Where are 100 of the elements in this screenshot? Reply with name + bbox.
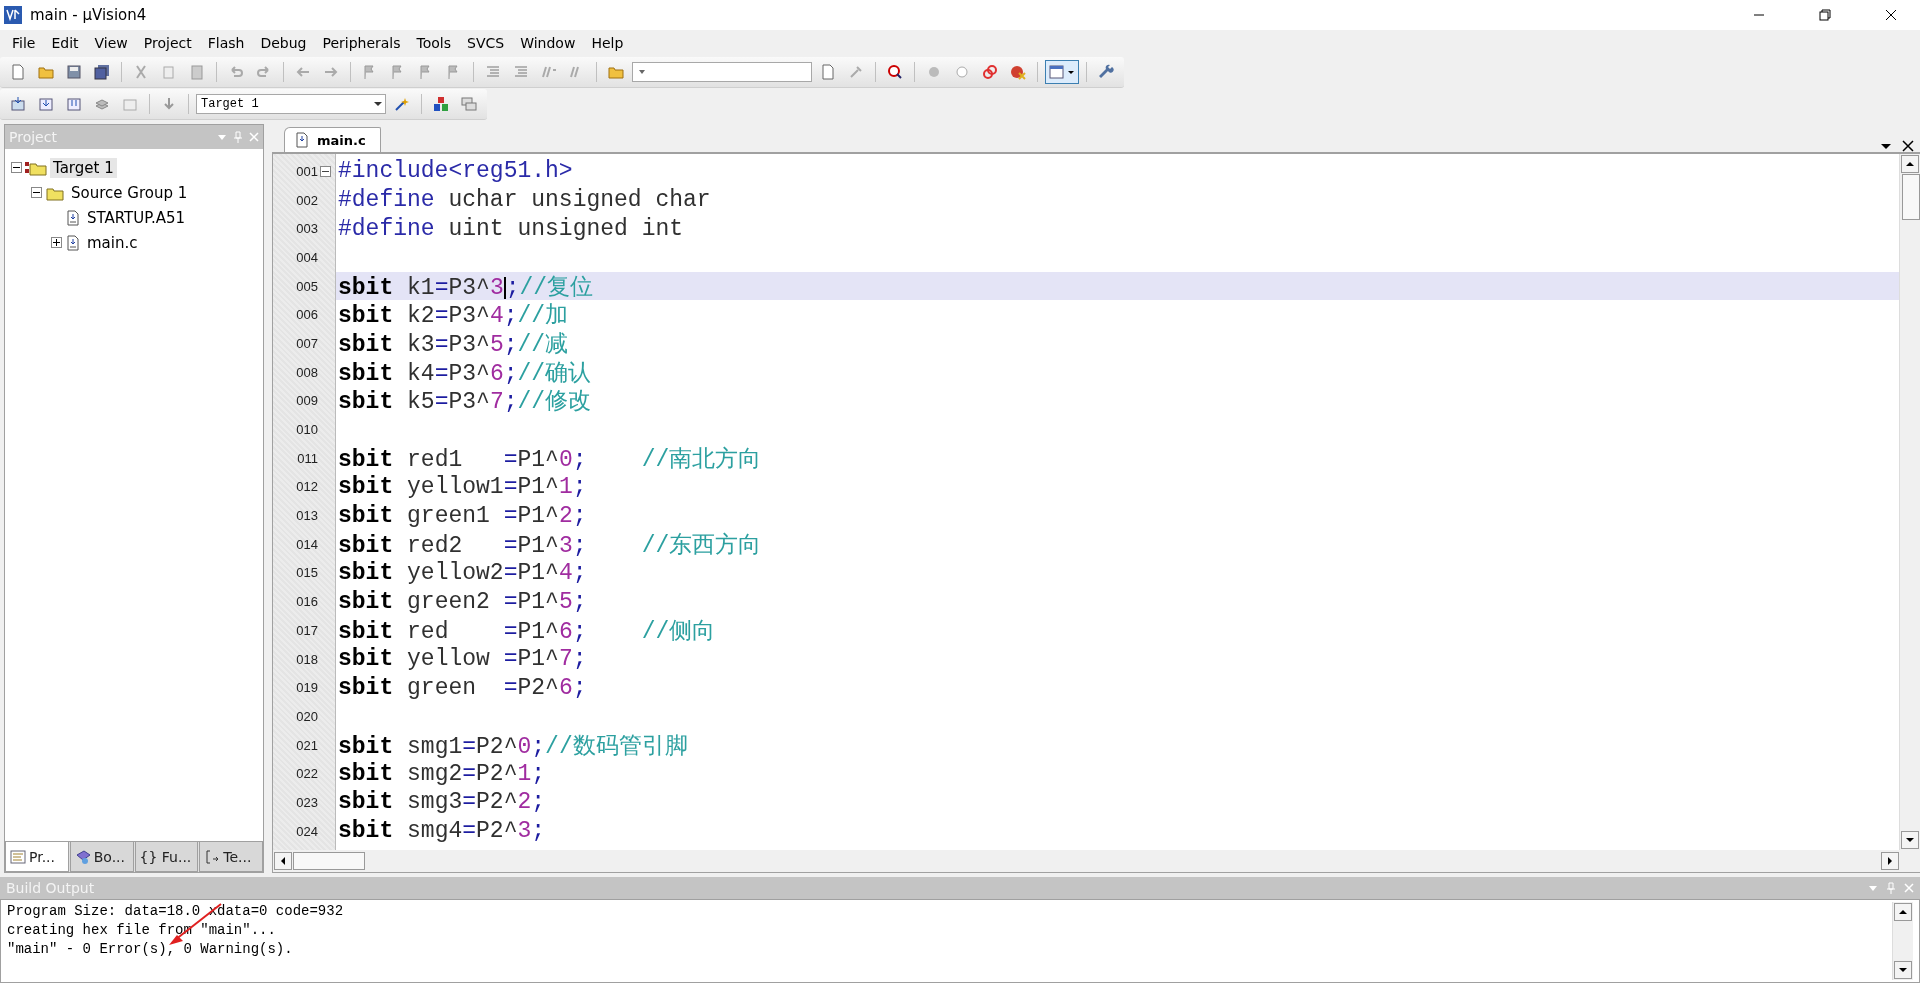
- save-icon: [66, 63, 82, 80]
- menu-item[interactable]: Debug: [252, 33, 315, 53]
- collapse-icon[interactable]: [31, 187, 42, 198]
- download-icon: [161, 95, 177, 112]
- code-line: sbit smg3=P2^2;: [338, 789, 546, 816]
- line-number: 013: [296, 508, 318, 524]
- file-icon: [295, 132, 309, 148]
- indent-icon: [485, 63, 501, 80]
- close-icon: [1902, 140, 1914, 152]
- app-logo-icon: [4, 6, 22, 24]
- window-layout-button[interactable]: [1045, 59, 1079, 84]
- find-field[interactable]: [632, 61, 812, 82]
- scroll-up-button[interactable]: [1901, 155, 1919, 173]
- panel-tab[interactable]: Bo...: [69, 842, 134, 872]
- code-line: sbit yellow1=P1^1;: [338, 473, 587, 500]
- line-number: 012: [296, 479, 318, 495]
- panel-tab[interactable]: Te...: [199, 842, 263, 872]
- line-number: 011: [297, 450, 318, 466]
- code-line: sbit k1=P3^3;//复位: [338, 273, 594, 302]
- menu-item[interactable]: Window: [512, 33, 584, 53]
- expand-icon[interactable]: [51, 237, 62, 248]
- pin-icon: [1886, 882, 1896, 894]
- menu-item[interactable]: Help: [583, 33, 632, 53]
- menu-item[interactable]: Edit: [43, 33, 87, 53]
- line-number: 022: [296, 766, 318, 782]
- code-line: sbit green2 =P1^5;: [338, 588, 587, 615]
- breakpoints-off-icon: [982, 63, 998, 80]
- cut-icon: [133, 63, 149, 80]
- menu-item[interactable]: Tools: [408, 33, 460, 53]
- line-number: 017: [296, 622, 318, 638]
- tree-item[interactable]: Target 1: [50, 157, 117, 178]
- line-number: 008: [296, 364, 318, 380]
- scroll-left-button[interactable]: [274, 852, 292, 870]
- code-line: sbit red =P1^6; //侧向: [338, 617, 716, 646]
- code-line: sbit smg2=P2^1;: [338, 760, 546, 787]
- paste-icon: [189, 63, 205, 80]
- scroll-down-button[interactable]: [1901, 831, 1919, 849]
- code-line: sbit red1 =P1^0; //南北方向: [338, 445, 762, 474]
- collapse-icon[interactable]: [11, 162, 22, 173]
- line-number: 005: [296, 278, 318, 294]
- code-line: #define uint unsigned int: [338, 215, 684, 242]
- redo-icon: [256, 63, 272, 80]
- tree-item[interactable]: main.c: [84, 232, 141, 253]
- panel-tab[interactable]: {} Fu...: [134, 842, 199, 872]
- scroll-thumb[interactable]: [1902, 174, 1920, 220]
- dropdown-icon: [217, 132, 227, 142]
- breakpoint-disabled-icon: [954, 63, 970, 80]
- output-line: Program Size: data=18.0 xdata=0 code=932: [7, 902, 345, 921]
- menu-item[interactable]: Project: [135, 33, 200, 53]
- menu-item[interactable]: View: [86, 33, 136, 53]
- menu-item[interactable]: Flash: [199, 33, 253, 53]
- debug-magnifier-icon: [887, 63, 903, 80]
- code-line: sbit k3=P3^5;//减: [338, 330, 569, 359]
- code-line: sbit k4=P3^6;//确认: [338, 359, 592, 388]
- line-number: 002: [296, 192, 318, 208]
- build-icon: [38, 95, 54, 112]
- output-line: "main" - 0 Error(s), 0 Warning(s).: [7, 940, 294, 959]
- line-number: 018: [296, 651, 318, 667]
- fold-icon[interactable]: [320, 165, 331, 177]
- file-icon: [65, 234, 81, 251]
- close-icon: [249, 132, 259, 142]
- restore-icon: [1819, 9, 1831, 21]
- new-file-icon: [10, 63, 26, 80]
- code-line: sbit smg1=P2^0;//数码管引脚: [338, 732, 688, 761]
- menu-item[interactable]: SVCS: [459, 33, 513, 53]
- code-line: #include<reg51.h>: [338, 158, 573, 185]
- down-arrow-icon: [1906, 836, 1914, 844]
- line-number: 003: [296, 221, 318, 237]
- books-icon: [74, 848, 91, 865]
- scroll-right-button[interactable]: [1881, 852, 1899, 870]
- scroll-thumb[interactable]: [293, 852, 365, 870]
- code-line: #define uchar unsigned char: [338, 187, 711, 214]
- pin-icon: [233, 131, 243, 143]
- line-number: 019: [296, 680, 318, 696]
- line-number: 006: [296, 307, 318, 323]
- line-number: 023: [296, 794, 318, 810]
- line-number: 007: [296, 335, 318, 351]
- tree-item[interactable]: Source Group 1: [68, 182, 191, 203]
- menu-item[interactable]: File: [4, 33, 44, 53]
- window-title: main - µVision4: [30, 6, 148, 24]
- line-number: 015: [296, 565, 318, 581]
- up-arrow-icon: [1899, 908, 1907, 916]
- menu-item[interactable]: Peripherals: [314, 33, 409, 53]
- dropdown-icon: [1868, 883, 1878, 893]
- line-number: 001: [296, 163, 318, 179]
- line-number: 004: [296, 249, 318, 265]
- undo-icon: [228, 63, 244, 80]
- horizontal-scrollbar[interactable]: [272, 850, 1920, 873]
- outdent-icon: [513, 63, 529, 80]
- tree-item[interactable]: STARTUP.A51: [84, 207, 189, 228]
- scroll-down-button[interactable]: [1894, 961, 1912, 979]
- line-number: 021: [296, 737, 318, 753]
- target-dropdown[interactable]: Target 1: [196, 93, 386, 114]
- code-line: sbit green1 =P1^2;: [338, 502, 587, 529]
- file-tab[interactable]: main.c: [284, 127, 381, 152]
- panel-tab[interactable]: Pr...: [5, 842, 69, 872]
- line-number: 024: [296, 823, 318, 839]
- line-number: 020: [296, 708, 318, 724]
- scroll-up-button[interactable]: [1894, 903, 1912, 921]
- components-icon: [433, 95, 449, 112]
